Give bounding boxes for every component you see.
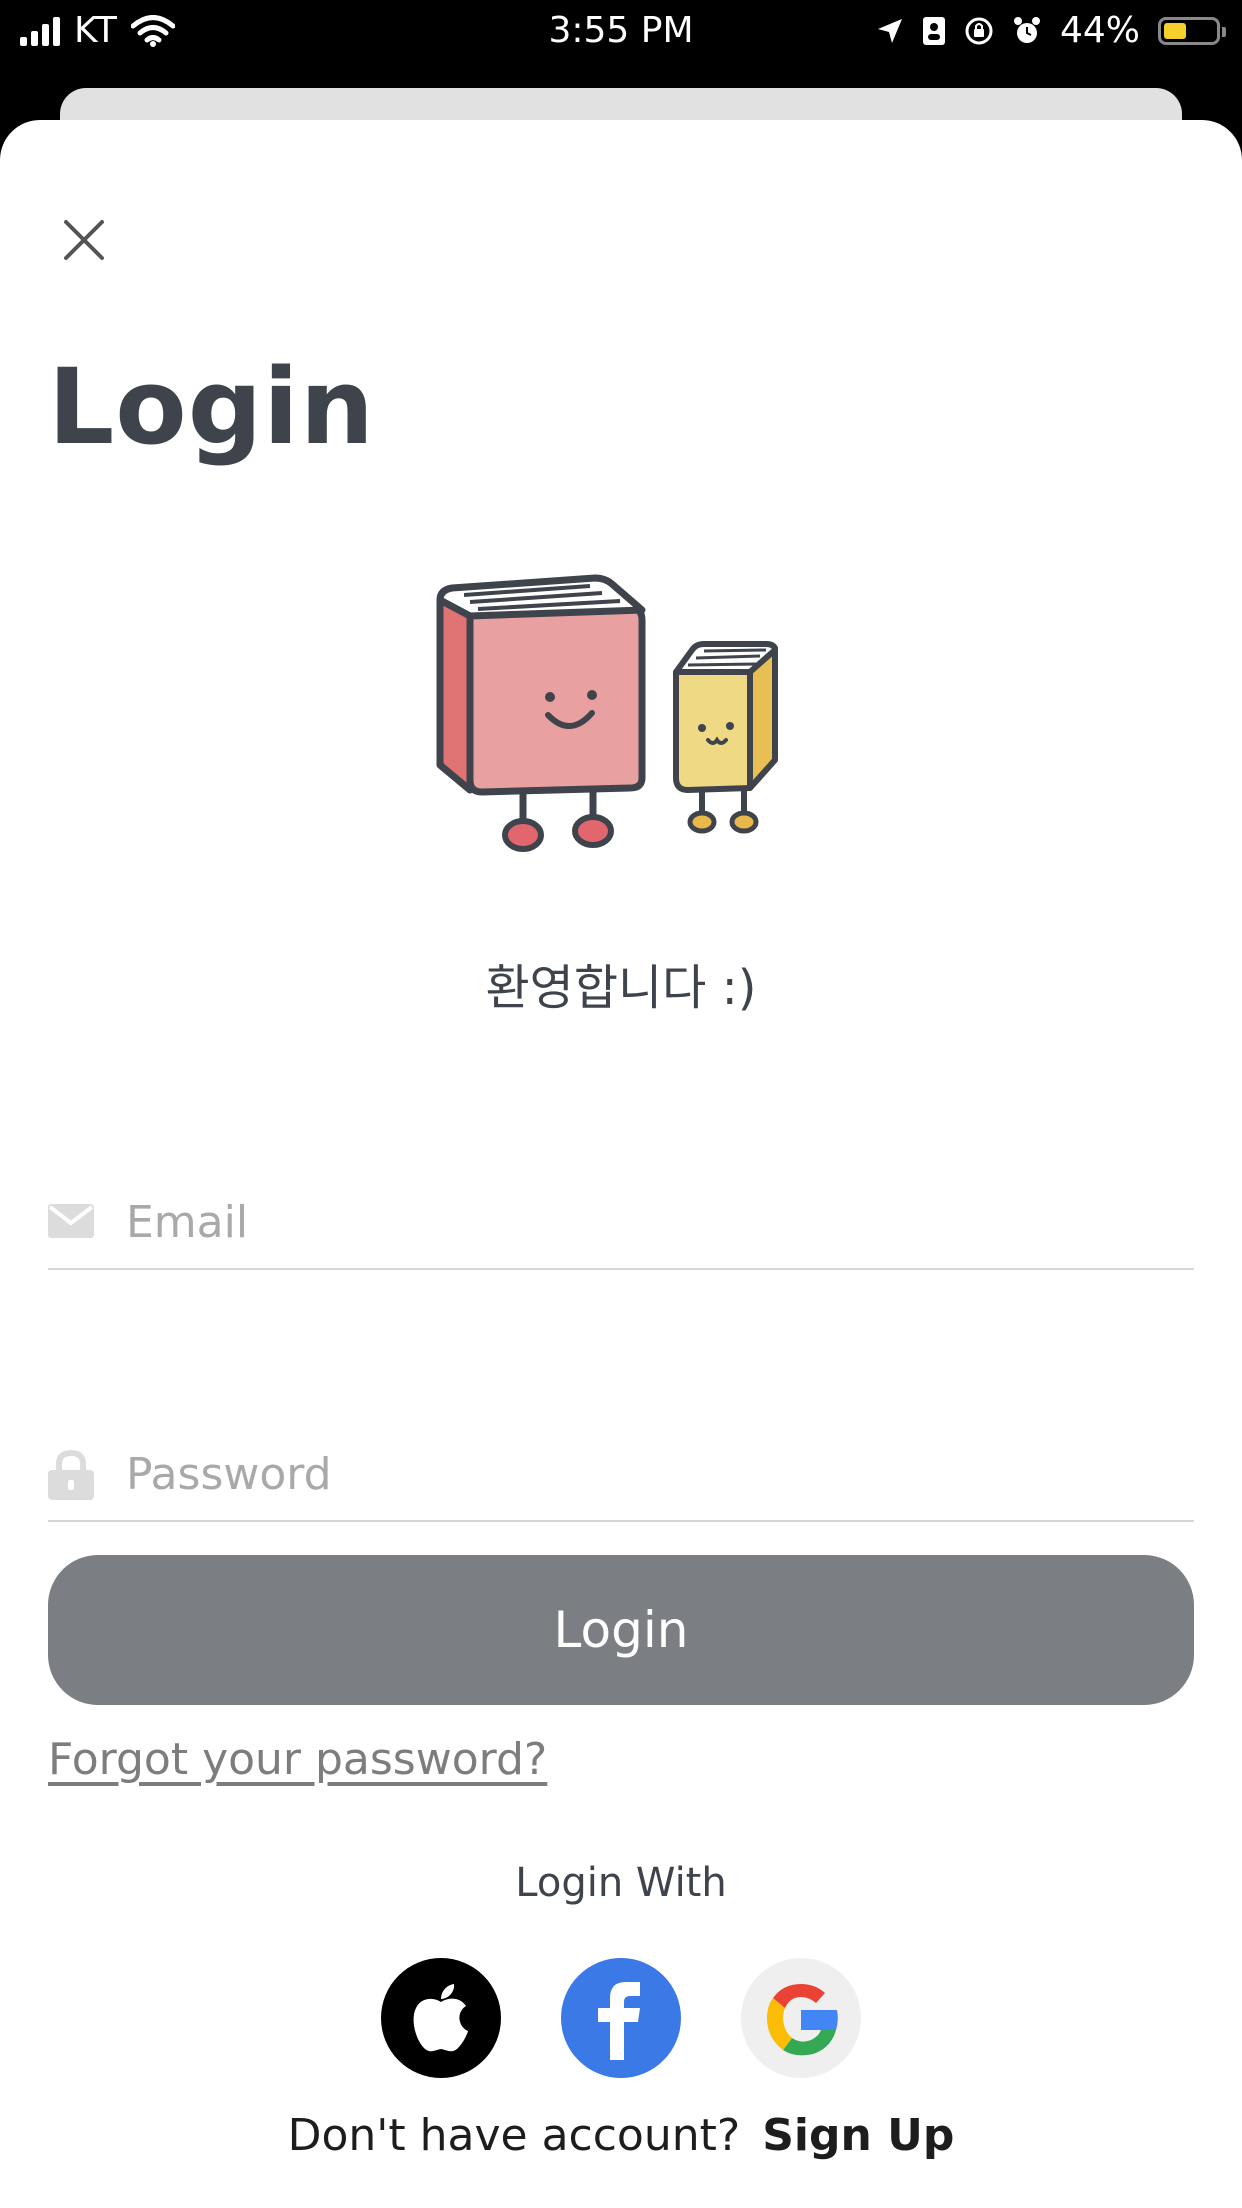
lock-icon xyxy=(48,1450,94,1500)
google-icon xyxy=(767,1984,838,2056)
email-field xyxy=(48,1158,1194,1270)
location-icon xyxy=(877,18,902,43)
book-mascots-illustration xyxy=(436,574,778,852)
apple-icon xyxy=(413,1984,468,2052)
login-with-label: Login With xyxy=(515,1860,727,1906)
signup-link[interactable]: Sign Up xyxy=(762,2110,954,2161)
facebook-login-button[interactable] xyxy=(561,1958,681,2078)
battery-fill xyxy=(1164,22,1186,39)
status-right: 44% xyxy=(876,10,1226,51)
orientation-lock-icon xyxy=(965,17,993,44)
mail-icon xyxy=(48,1204,94,1238)
battery-icon xyxy=(1158,16,1226,45)
facebook-icon xyxy=(598,1982,640,2060)
password-field xyxy=(48,1410,1194,1522)
page-title: Login xyxy=(48,346,375,468)
signup-row: Don't have account? Sign Up xyxy=(0,2110,1242,2161)
google-login-button[interactable] xyxy=(741,1958,861,2078)
welcome-message: 환영합니다 :) xyxy=(485,960,757,1016)
battery-percent: 44% xyxy=(1059,10,1140,51)
forgot-password-link[interactable]: Forgot your password? xyxy=(48,1734,547,1785)
close-icon xyxy=(64,220,104,260)
login-sheet: Login 환영합니다:) Email Login Forgot your p… xyxy=(0,120,1242,2208)
password-input[interactable] xyxy=(124,1438,1188,1510)
apple-login-button[interactable] xyxy=(381,1958,501,2078)
alarm-icon xyxy=(1013,16,1040,43)
email-input[interactable] xyxy=(124,1186,1188,1258)
signup-prompt: Don't have account? xyxy=(287,2110,741,2161)
close-button[interactable] xyxy=(48,204,120,276)
status-bar: KT 3:55 PM 44% xyxy=(0,0,1242,62)
contact-card-icon xyxy=(922,16,945,45)
login-button[interactable]: Login xyxy=(48,1555,1194,1705)
